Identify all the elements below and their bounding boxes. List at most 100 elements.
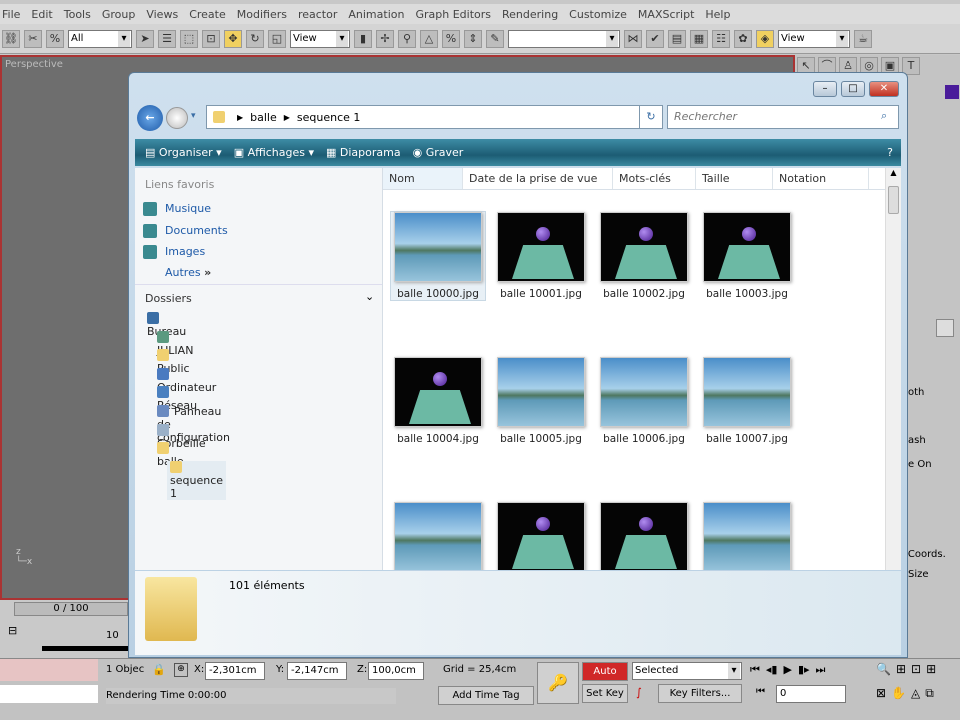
favorite-musique[interactable]: Musique (165, 202, 211, 215)
back-button[interactable]: ← (137, 105, 163, 131)
menu-modifiers[interactable]: Modifiers (237, 8, 287, 21)
auto-key-button[interactable]: Auto Key (582, 662, 628, 694)
vertical-scrollbar[interactable]: ▲ (885, 168, 901, 570)
schematic-icon[interactable]: ☷ (712, 29, 730, 48)
default-key-icon[interactable]: 🔑 (537, 662, 579, 704)
file-item[interactable]: balle 10005.jpg (494, 357, 588, 445)
maxscript-listener[interactable] (0, 659, 98, 681)
file-item[interactable] (700, 502, 794, 570)
snap-icon[interactable]: ⚲ (398, 29, 416, 48)
zoom-icon[interactable]: 🔍 (876, 662, 891, 676)
selection-filter-select[interactable]: All (68, 29, 132, 48)
orbit-icon[interactable]: ◬ (911, 686, 920, 701)
y-coord-field[interactable]: -2,147cm (287, 662, 347, 680)
percent-snap-icon[interactable]: % (442, 29, 460, 48)
minimize-button[interactable]: – (813, 81, 837, 97)
object-color-swatch[interactable] (945, 85, 959, 99)
select-arrow-icon[interactable]: ➤ (136, 29, 154, 48)
move-icon[interactable]: ✥ (224, 29, 242, 48)
named-selection-select[interactable] (508, 29, 620, 48)
angle-snap-icon[interactable]: △ (420, 29, 438, 48)
mini-curve-icon[interactable]: ⊟ (8, 624, 17, 637)
menu-maxscript[interactable]: MAXScript (638, 8, 694, 21)
goto-end-icon[interactable]: ⏭ (816, 663, 826, 677)
affichages-button[interactable]: ▣ Affichages ▾ (234, 146, 314, 159)
render-view-select[interactable]: View (778, 29, 850, 48)
link-icon[interactable]: ⛓ (2, 29, 20, 48)
menu-reactor[interactable]: reactor (298, 8, 337, 21)
current-frame-field[interactable]: 0 (776, 685, 846, 703)
file-item[interactable] (494, 502, 588, 570)
spinner-snap-icon[interactable]: ⇕ (464, 29, 482, 48)
column-date[interactable]: Date de la prise de vue (463, 168, 613, 189)
column-mots-cles[interactable]: Mots-clés (613, 168, 696, 189)
align-icon[interactable]: ✔ (646, 29, 664, 48)
menu-help[interactable]: Help (705, 8, 730, 21)
file-item[interactable]: balle 10007.jpg (700, 357, 794, 445)
column-nom[interactable]: Nom (383, 168, 463, 189)
maximize-button[interactable]: □ (841, 81, 865, 97)
pivot-icon[interactable]: ▮ (354, 29, 372, 48)
bind-icon[interactable]: % (46, 29, 64, 48)
forward-button[interactable] (166, 107, 188, 129)
absolute-mode-icon[interactable]: ⊕ (174, 663, 188, 677)
scroll-thumb[interactable] (888, 186, 899, 214)
layer-icon[interactable]: ▤ (668, 29, 686, 48)
file-item[interactable] (391, 502, 485, 570)
key-filters-button[interactable]: Key Filters... (658, 684, 742, 703)
menu-group[interactable]: Group (102, 8, 136, 21)
file-item[interactable] (597, 502, 691, 570)
next-frame-icon[interactable]: ▮▸ (798, 663, 810, 677)
window-crossing-icon[interactable]: ⊡ (202, 29, 220, 48)
rect-select-icon[interactable]: ⬚ (180, 29, 198, 48)
breadcrumb-sequence[interactable]: sequence 1 (297, 111, 361, 124)
menu-customize[interactable]: Customize (569, 8, 627, 21)
z-coord-field[interactable]: 100,0cm (368, 662, 424, 680)
file-item[interactable]: balle 10006.jpg (597, 357, 691, 445)
diaporama-button[interactable]: ▦ Diaporama (326, 146, 401, 159)
key-mode-select[interactable]: Selected (632, 662, 742, 680)
quick-render-icon[interactable]: ☕ (854, 29, 872, 48)
goto-start-icon[interactable]: ⏮ (750, 663, 760, 677)
unlink-icon[interactable]: ✂ (24, 29, 42, 48)
curve-editor-icon[interactable]: ▦ (690, 29, 708, 48)
manipulate-icon[interactable]: ✢ (376, 29, 394, 48)
file-item[interactable]: balle 10001.jpg (494, 212, 588, 300)
scale-icon[interactable]: ◱ (268, 29, 286, 48)
menu-views[interactable]: Views (146, 8, 178, 21)
menu-animation[interactable]: Animation (348, 8, 404, 21)
file-item[interactable]: balle 10000.jpg (390, 211, 486, 301)
mirror-icon[interactable]: ⋈ (624, 29, 642, 48)
folders-heading[interactable]: Dossiers (145, 292, 192, 305)
refresh-icon[interactable]: ↻ (639, 105, 663, 129)
fov-icon[interactable]: ⊠ (876, 686, 886, 701)
menu-tools[interactable]: Tools (64, 8, 91, 21)
play-icon[interactable]: ▶ (783, 663, 791, 677)
configure-sets-icon[interactable] (936, 319, 954, 337)
maximize-viewport-icon[interactable]: ⧉ (925, 686, 934, 701)
zoom-all-icon[interactable]: ⊞ (896, 662, 906, 676)
help-icon[interactable]: ? (887, 146, 893, 159)
edit-named-sel-icon[interactable]: ✎ (486, 29, 504, 48)
add-time-tag-button[interactable]: Add Time Tag (438, 686, 534, 705)
viewport-label[interactable]: Perspective (5, 59, 63, 70)
menu-graph-editors[interactable]: Graph Editors (415, 8, 491, 21)
render-setup-icon[interactable]: ◈ (756, 29, 774, 48)
favorite-images[interactable]: Images (165, 245, 205, 258)
menu-create[interactable]: Create (189, 8, 226, 21)
file-item[interactable]: balle 10002.jpg (597, 212, 691, 300)
tree-item[interactable]: sequence 1 (167, 460, 227, 500)
column-notation[interactable]: Notation (773, 168, 869, 189)
pan-icon[interactable]: ✋ (891, 686, 906, 701)
search-icon[interactable]: ⌕ (881, 109, 887, 123)
track-bar[interactable] (42, 646, 132, 651)
set-key-button[interactable]: Set Key (582, 684, 628, 703)
organiser-button[interactable]: ▤ Organiser ▾ (145, 146, 222, 159)
key-tangent-icon[interactable]: ∫ (636, 686, 642, 699)
lock-icon[interactable]: 🔒 (152, 663, 166, 676)
address-bar[interactable]: ▶ balle ▶ sequence 1 ▾ (206, 105, 661, 129)
close-button[interactable]: ✕ (869, 81, 899, 97)
menu-rendering[interactable]: Rendering (502, 8, 558, 21)
recent-pages-icon[interactable]: ▾ (191, 111, 196, 121)
zoom-extents-all-icon[interactable]: ⊞ (926, 662, 936, 676)
